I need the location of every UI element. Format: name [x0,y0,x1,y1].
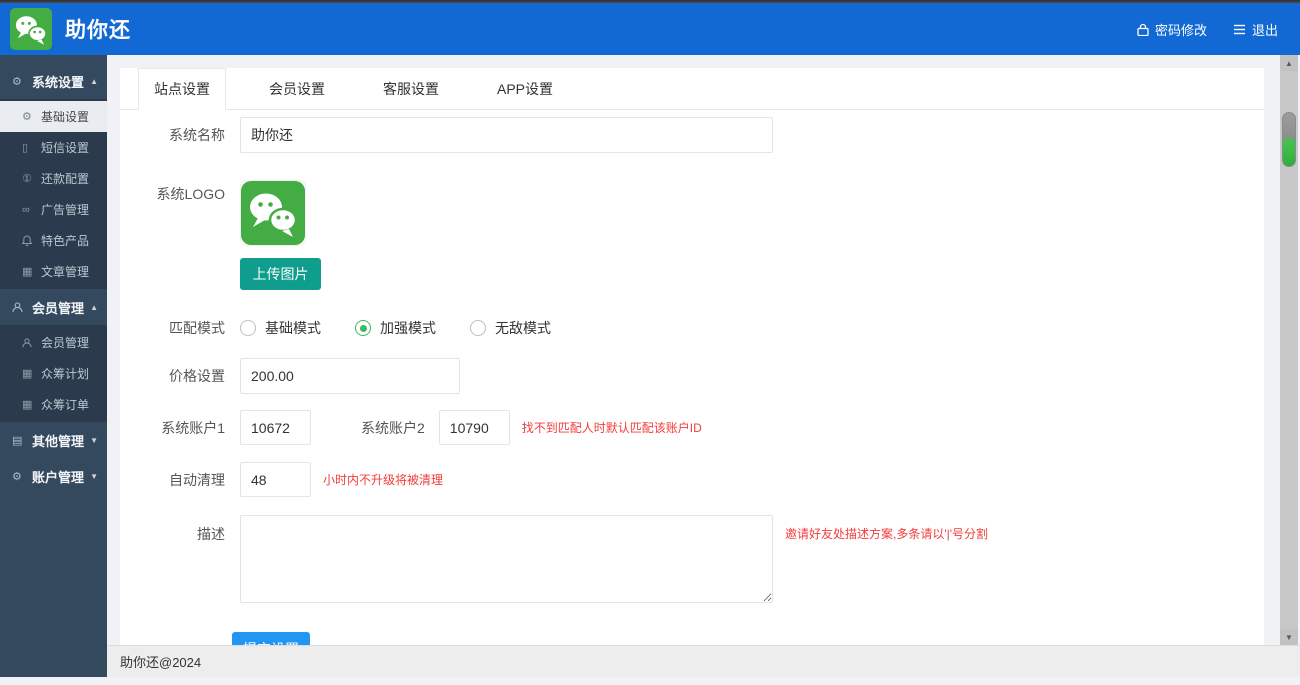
sidebar-group-account-management[interactable]: ⚙ 账户管理 ▼ [0,458,107,494]
wechat-logo-icon [10,8,52,50]
match-mode-label: 匹配模式 [120,318,225,338]
site-settings-form: 系统名称 系统LOGO [120,110,1264,645]
lock-icon [1137,23,1149,36]
system-account1-label: 系统账户1 [120,418,225,438]
radio-circle-icon [240,320,256,336]
description-hint: 邀请好友处描述方案,多条请以'|'号分割 [785,515,988,542]
sidebar-item-ad-management[interactable]: ∞ 广告管理 [0,194,107,225]
sidebar: ⚙ 系统设置 ▲ ⚙ 基础设置 ▯ 短信设置 ① 还款配置 ∞ 广告管理 [0,55,107,677]
sidebar-item-basic-settings[interactable]: ⚙ 基础设置 [0,101,107,132]
info-circle-icon: ① [22,172,37,185]
user-icon [12,302,27,313]
tools-icon: ⚙ [12,75,27,88]
tab-site-settings[interactable]: 站点设置 [138,68,226,110]
phone-icon: ▯ [22,141,37,154]
chevron-down-icon: ▼ [90,436,98,445]
scroll-up-arrow-icon[interactable]: ▲ [1280,55,1298,71]
settings-card: 站点设置 会员设置 客服设置 APP设置 系统名称 系统LOGO [120,68,1264,645]
description-label: 描述 [120,515,225,544]
chevron-up-icon: ▲ [90,77,98,86]
radio-basic-mode[interactable]: 基础模式 [240,318,321,338]
gear-icon: ⚙ [22,110,37,123]
auto-clean-label: 自动清理 [120,470,225,490]
sidebar-item-crowdfunding-orders[interactable]: ▦ 众筹订单 [0,389,107,420]
vertical-scrollbar[interactable]: ▲ ▼ [1280,55,1298,645]
grid-icon: ▦ [22,265,37,278]
system-logo-label: 系统LOGO [120,180,225,204]
radio-circle-icon [355,320,371,336]
scrollbar-thumb[interactable] [1282,112,1296,167]
description-textarea[interactable] [240,515,773,603]
main-content: 站点设置 会员设置 客服设置 APP设置 系统名称 系统LOGO [107,55,1300,645]
chevron-up-icon: ▲ [90,303,98,312]
system-account2-label: 系统账户2 [361,418,425,438]
sidebar-group-member-management[interactable]: 会员管理 ▲ [0,289,107,325]
modules-icon: ▦ [22,398,37,411]
account2-hint: 找不到匹配人时默认匹配该账户ID [522,419,702,436]
submit-settings-button[interactable]: 提交设置 [232,632,310,645]
chevron-down-icon: ▼ [90,472,98,481]
user-icon [22,338,37,348]
price-label: 价格设置 [120,366,225,386]
settings-tabs: 站点设置 会员设置 客服设置 APP设置 [120,68,1264,110]
sidebar-item-article-management[interactable]: ▦ 文章管理 [0,256,107,287]
bell-icon [22,235,37,246]
modules-icon: ▦ [22,367,37,380]
system-logo-image [240,180,306,246]
sidebar-group-other-management[interactable]: ▤ 其他管理 ▼ [0,422,107,458]
sidebar-group-system-settings[interactable]: ⚙ 系统设置 ▲ [0,63,107,99]
radio-invincible-mode[interactable]: 无敌模式 [470,318,551,338]
sidebar-item-crowdfunding-plan[interactable]: ▦ 众筹计划 [0,358,107,389]
footer-copyright: 助你还@2024 [120,652,201,671]
sidebar-item-sms-settings[interactable]: ▯ 短信设置 [0,132,107,163]
system-account2-input[interactable] [439,410,510,445]
system-account1-input[interactable] [240,410,311,445]
sidebar-item-featured-products[interactable]: 特色产品 [0,225,107,256]
change-password-button[interactable]: 密码修改 [1137,20,1207,39]
scroll-down-arrow-icon[interactable]: ▼ [1280,629,1298,645]
doc-icon: ▤ [12,434,27,447]
sidebar-item-repayment-config[interactable]: ① 还款配置 [0,163,107,194]
sidebar-item-member-management[interactable]: 会员管理 [0,327,107,358]
system-name-label: 系统名称 [120,125,225,145]
footer: 助你还@2024 [107,645,1300,677]
auto-clean-hint: 小时内不升级将被清理 [323,471,443,488]
radio-circle-icon [470,320,486,336]
tab-customer-service-settings[interactable]: 客服设置 [368,68,454,109]
gear-icon: ⚙ [12,470,27,483]
logout-button[interactable]: 退出 [1233,20,1278,39]
page-title: 助你还 [65,14,131,44]
system-name-input[interactable] [240,117,773,153]
app-header: 助你还 密码修改 退出 [0,3,1300,55]
logout-icon [1233,24,1246,35]
tab-app-settings[interactable]: APP设置 [482,68,568,109]
radio-enhanced-mode[interactable]: 加强模式 [355,318,436,338]
upload-image-button[interactable]: 上传图片 [240,258,321,290]
price-input[interactable] [240,358,460,394]
link-icon: ∞ [22,204,37,216]
tab-member-settings[interactable]: 会员设置 [254,68,340,109]
auto-clean-input[interactable] [240,462,311,497]
